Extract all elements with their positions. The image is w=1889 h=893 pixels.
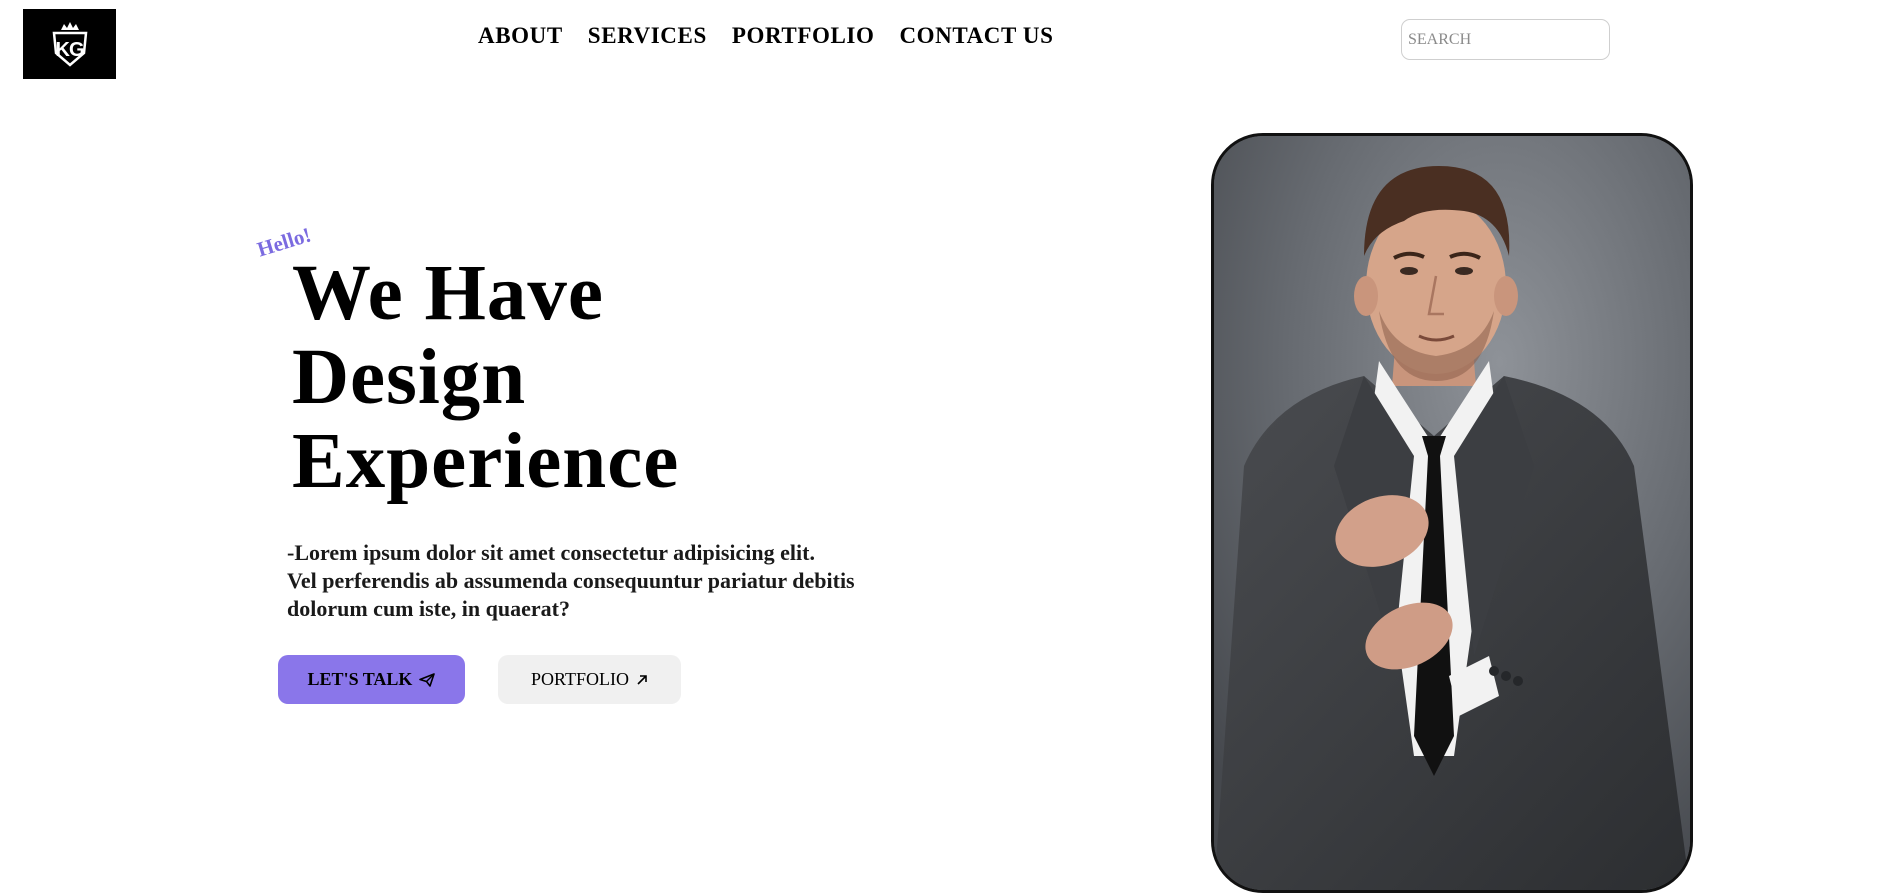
logo-text: KG [55,39,85,61]
lead-paragraph: -Lorem ipsum dolor sit amet consectetur … [287,539,887,623]
lead-line: Vel perferendis ab assumenda consequuntu… [287,568,855,593]
nav-contact-us[interactable]: CONTACT US [899,23,1053,49]
headline-line: We Have [292,250,604,337]
nav-portfolio[interactable]: PORTFOLIO [732,23,875,49]
nav-services[interactable]: SERVICES [588,23,707,49]
portrait-illustration [1214,136,1690,890]
lead-line: dolorum cum iste, in quaerat? [287,596,570,621]
headline-line: Experience [292,418,680,505]
lets-talk-button[interactable]: LET'S TALK [278,655,465,704]
portrait-photo [1211,133,1693,893]
headline-line: Design [292,334,527,421]
paper-plane-icon [419,672,436,687]
nav-about[interactable]: ABOUT [478,23,563,49]
portfolio-label: PORTFOLIO [531,669,629,689]
lets-talk-label: LET'S TALK [307,669,413,689]
portfolio-button[interactable]: PORTFOLIO [498,655,681,704]
page-title: We Have Design Experience [292,252,812,504]
lead-line: -Lorem ipsum dolor sit amet consectetur … [287,540,815,565]
search-input[interactable] [1401,19,1610,60]
logo[interactable]: KG [23,9,116,79]
main-nav: ABOUT SERVICES PORTFOLIO CONTACT US [478,23,1054,49]
arrow-up-right-icon [636,674,648,686]
